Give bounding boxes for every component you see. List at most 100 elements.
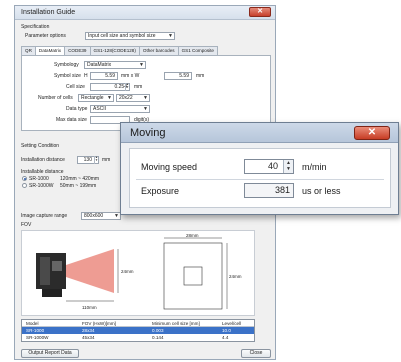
distance-dim-text: 110mm — [82, 305, 97, 310]
field-of-view-rect — [163, 242, 223, 310]
setting-condition-label: Setting Condition — [21, 143, 60, 149]
dialog-title-bar: Moving ✕ — [121, 123, 398, 143]
symbology-label: Symbology — [54, 62, 79, 68]
table-row[interactable]: SR-1000 28x34 0.003 10.0 — [22, 327, 254, 334]
cells-shape-value: Rectangle — [81, 95, 104, 101]
tab-code39[interactable]: CODE39 — [64, 46, 91, 55]
results-table: Model FOV (HxW)[mm] Minimum cell size [m… — [21, 319, 255, 342]
output-report-data-button[interactable]: Output Report Data — [21, 349, 79, 358]
fov-diagram: 110mm 24mm 28mm 24mm — [21, 230, 255, 316]
cell-model: SR-1000W — [26, 335, 49, 340]
cell-min-cell: 0.003 — [152, 328, 164, 333]
header-level: Level/cell — [222, 321, 242, 326]
cell-size-label: Cell size — [66, 84, 85, 90]
max-data-size-label: Max data size — [56, 117, 87, 123]
reader-beam — [66, 249, 114, 293]
symbol-height-value: 5.59 — [105, 73, 115, 79]
close-button[interactable]: Close — [241, 349, 271, 358]
image-capture-range-label: Image capture range — [21, 213, 68, 219]
exposure-value: 381 — [274, 185, 290, 195]
installation-distance-value: 130 — [83, 157, 92, 163]
cell-level: 10.0 — [222, 328, 231, 333]
dialog-body: Moving speed 40 ▲ ▼ m/min Exposure 381 us… — [129, 148, 391, 208]
cells-count-value: 20x22 — [119, 95, 133, 101]
moving-speed-unit: m/min — [302, 162, 327, 172]
dialog-divider — [136, 179, 384, 180]
cell-level: 4.4 — [222, 335, 229, 340]
fov-illustration: 110mm 24mm 28mm 24mm — [36, 233, 242, 310]
fov-label: FOV — [21, 222, 32, 228]
cell-fov: 28x34 — [82, 328, 95, 333]
sr1000-radio[interactable] — [22, 176, 27, 181]
chevron-down-icon: ▼ — [107, 95, 112, 101]
cell-min-cell: 0.144 — [152, 335, 164, 340]
datamatrix-tab-panel: Symbology DataMatrix ▼ Symbol size H 5.5… — [21, 55, 271, 131]
symbol-size-separator: mm x W — [121, 73, 140, 79]
moving-speed-value: 40 — [267, 161, 278, 171]
image-capture-range-select[interactable]: 800x600 ▼ — [81, 212, 121, 220]
installation-distance-label: Installation distance — [21, 157, 65, 163]
parameter-options-select[interactable]: Input cell size and symbol size ▼ — [85, 32, 175, 40]
symbol-size-h-prefix: H — [84, 73, 88, 79]
side-dim-text: 24mm — [121, 269, 134, 274]
cell-size-input[interactable]: 0.254 ▲ ▼ — [90, 83, 130, 91]
parameter-options-value: Input cell size and symbol size — [88, 33, 156, 39]
exposure-label: Exposure — [141, 186, 180, 196]
window-close-button[interactable]: ✕ — [249, 7, 271, 17]
moving-speed-label: Moving speed — [141, 162, 198, 172]
cells-count-select[interactable]: 20x22 ▼ — [116, 94, 150, 102]
symbol-width-value: 5.59 — [179, 73, 189, 79]
cell-size-unit: mm — [134, 84, 143, 90]
speed-spinner-icon[interactable]: ▲ ▼ — [283, 160, 293, 173]
symbology-tabs: QR DataMatrix CODE39 GS1-128(CODE128) Other … — [21, 46, 218, 56]
symbol-width-input[interactable]: 5.59 — [164, 72, 192, 80]
reader-device-panel — [40, 257, 50, 285]
cell-fov: 45x34 — [82, 335, 95, 340]
header-model: Model — [26, 321, 39, 326]
sr1000w-range: 50mm ~ 199mm — [60, 183, 97, 189]
tab-qr[interactable]: QR — [21, 46, 36, 55]
cells-shape-select[interactable]: Rectangle ▼ — [78, 94, 114, 102]
chevron-down-icon: ▼ — [114, 213, 119, 219]
data-type-value: ASCII — [93, 106, 107, 112]
sr1000w-radio[interactable] — [22, 183, 27, 188]
right-dim-text: 24mm — [229, 274, 242, 279]
moving-speed-input[interactable]: 40 ▲ ▼ — [244, 159, 294, 174]
cell-size-spinner-icon[interactable]: ▲ ▼ — [125, 83, 129, 91]
chevron-down-icon: ▼ — [139, 62, 144, 68]
symbol-size-label: Symbol size — [54, 73, 81, 79]
symbology-value: DataMatrix — [87, 62, 112, 68]
moving-dialog: Moving ✕ Moving speed 40 ▲ ▼ m/min Exposu… — [120, 122, 399, 215]
cell-model: SR-1000 — [26, 328, 45, 333]
title-bar: Installation Guide ✕ — [15, 6, 275, 20]
table-header-row: Model FOV (HxW)[mm] Minimum cell size [m… — [22, 320, 254, 327]
chevron-down-icon: ▼ — [168, 33, 173, 39]
installation-distance-input[interactable]: 130 ▲ ▼ — [77, 156, 99, 164]
top-dim-text: 28mm — [186, 233, 199, 238]
tab-gs1-128[interactable]: GS1-128(CODE128) — [89, 46, 140, 55]
header-min-cell: Minimum cell size [mm] — [152, 321, 200, 326]
image-capture-range-value: 800x600 — [84, 213, 104, 219]
table-row[interactable]: SR-1000W 45x34 0.144 4.4 — [22, 334, 254, 341]
specification-group-label: Specification — [21, 24, 50, 30]
sr1000-radio-label: SR-1000 — [29, 176, 49, 182]
installable-distance-label: Installable distance — [21, 169, 64, 175]
data-type-label: Data type — [66, 106, 88, 112]
symbology-select[interactable]: DataMatrix ▼ — [84, 61, 146, 69]
reader-device-lens — [52, 261, 62, 271]
reader-device-base — [42, 289, 62, 297]
window-title: Installation Guide — [21, 9, 76, 16]
dialog-close-button[interactable]: ✕ — [354, 126, 390, 140]
data-type-select[interactable]: ASCII ▼ — [90, 105, 150, 113]
chevron-down-icon: ▼ — [143, 106, 148, 112]
chevron-down-icon: ▼ — [143, 95, 148, 101]
sr1000w-radio-label: SR-1000W — [29, 183, 54, 189]
dialog-title: Moving — [130, 127, 166, 139]
exposure-field: 381 — [244, 183, 294, 198]
header-fov: FOV (HxW)[mm] — [82, 321, 116, 326]
distance-spinner-icon[interactable]: ▲ ▼ — [94, 156, 98, 164]
tab-gs1-composite[interactable]: GS1 Composite — [177, 46, 218, 55]
number-of-cells-label: Number of cells — [38, 95, 73, 101]
symbol-height-input[interactable]: 5.59 — [90, 72, 118, 80]
tab-other-barcodes[interactable]: Other barcodes — [138, 46, 179, 55]
